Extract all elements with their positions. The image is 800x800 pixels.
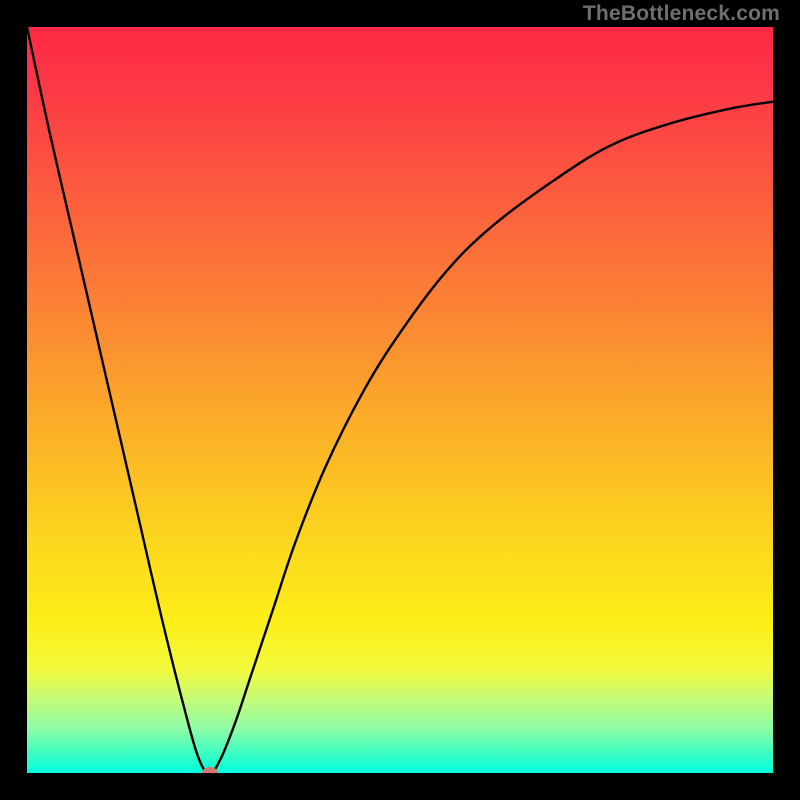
- plot-area: [27, 27, 773, 773]
- heatmap-gradient: [27, 27, 773, 773]
- optimal-marker: [202, 767, 218, 773]
- chart-frame: TheBottleneck.com: [0, 0, 800, 800]
- watermark-text: TheBottleneck.com: [583, 2, 780, 26]
